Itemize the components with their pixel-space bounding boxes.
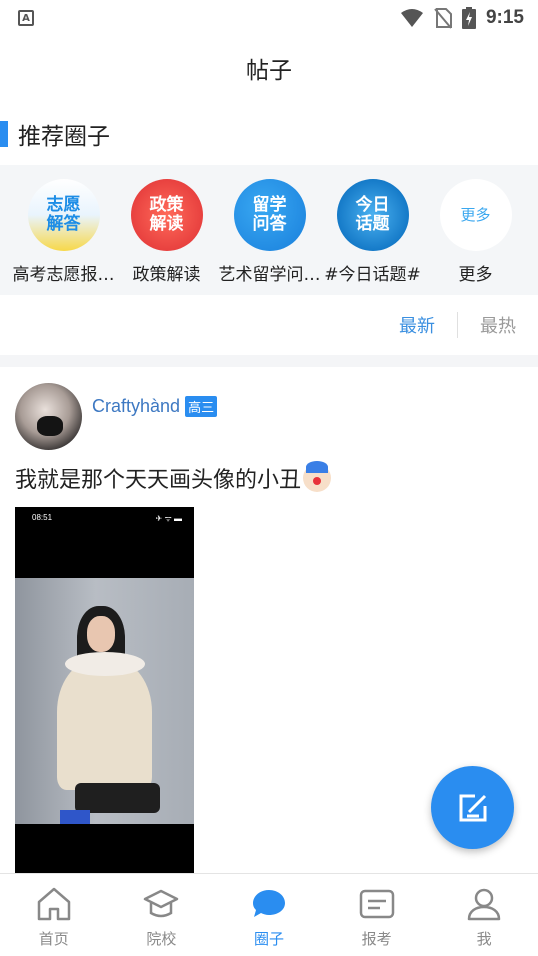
- circle-more-icon: 更多: [439, 179, 512, 251]
- image-status-time: 08:51: [32, 513, 53, 522]
- circle-item-volunteer[interactable]: 志愿 解答 高考志愿报…: [12, 165, 115, 295]
- image-status-icons: ✈ ᯤ ▬: [155, 514, 182, 523]
- circle-label: 高考志愿报…: [12, 265, 115, 285]
- nav-label: 首页: [38, 930, 69, 948]
- no-sim-icon: [434, 8, 452, 29]
- circle-label: 艺术留学问…: [218, 265, 321, 285]
- page-title: 帖子: [246, 58, 292, 84]
- nav-me[interactable]: 我: [430, 874, 538, 956]
- chat-bubble-icon: [249, 884, 289, 924]
- notification-a-icon: A: [18, 10, 34, 26]
- circle-label: 政策解读: [132, 265, 201, 285]
- recommended-header: 推荐圈子: [0, 114, 110, 154]
- grade-badge: 高三: [185, 396, 218, 417]
- user-icon: [464, 884, 504, 924]
- sort-hottest-tab[interactable]: 最热: [480, 312, 516, 338]
- circle-study-abroad-icon: 留学 问答: [233, 179, 306, 251]
- sort-divider: [457, 312, 458, 338]
- circle-item-study-abroad[interactable]: 留学 问答 艺术留学问…: [218, 165, 321, 295]
- application-icon: [357, 884, 397, 924]
- post-header: Craftyhànd 高三: [15, 383, 218, 450]
- home-icon: [34, 884, 74, 924]
- bottom-nav: 首页 院校 圈子 报考 我: [0, 873, 538, 956]
- nav-label: 报考: [361, 930, 392, 948]
- battery-charging-icon: [461, 7, 476, 29]
- nav-home[interactable]: 首页: [0, 874, 108, 956]
- circle-label: #今日话题#: [324, 265, 421, 285]
- nav-label: 圈子: [253, 930, 284, 948]
- recommended-circles: 志愿 解答 高考志愿报… 政策 解读 政策解读 留学 问答 艺术留学问… 今日 话题 #…: [0, 165, 538, 295]
- section-accent-bar: [0, 121, 8, 147]
- wifi-icon: [400, 9, 423, 27]
- avatar[interactable]: [15, 383, 82, 450]
- nav-label: 我: [476, 930, 492, 948]
- photo-content: [15, 578, 194, 824]
- post-content[interactable]: 我就是那个天天画头像的小丑: [15, 461, 332, 494]
- circle-volunteer-icon: 志愿 解答: [27, 179, 100, 251]
- circle-label: 更多: [458, 265, 493, 285]
- circle-item-more[interactable]: 更多 更多: [424, 165, 527, 295]
- nav-school[interactable]: 院校: [108, 874, 216, 956]
- status-time: 9:15: [485, 7, 524, 28]
- post-username[interactable]: Craftyhànd: [92, 396, 180, 417]
- section-divider: [0, 355, 538, 367]
- sort-bar: 最新 最热: [0, 295, 538, 355]
- edit-icon: [459, 794, 486, 821]
- sort-latest-tab[interactable]: 最新: [399, 312, 435, 338]
- section-title: 推荐圈子: [18, 124, 110, 150]
- circle-policy-icon: 政策 解读: [130, 179, 203, 251]
- nav-application[interactable]: 报考: [323, 874, 431, 956]
- school-icon: [141, 884, 181, 924]
- circle-item-policy[interactable]: 政策 解读 政策解读: [115, 165, 218, 295]
- circle-topic-icon: 今日 话题: [336, 179, 409, 251]
- nav-label: 院校: [146, 930, 177, 948]
- title-bar: 帖子: [0, 36, 538, 100]
- clown-emoji-icon: [303, 461, 332, 492]
- status-bar: A 9:15: [0, 0, 538, 36]
- post-text: 我就是那个天天画头像的小丑: [15, 468, 302, 493]
- post-image[interactable]: 08:51 ✈ ᯤ ▬: [15, 507, 194, 873]
- circle-item-topic[interactable]: 今日 话题 #今日话题#: [321, 165, 424, 295]
- nav-circle[interactable]: 圈子: [215, 874, 323, 956]
- compose-button[interactable]: [431, 766, 514, 849]
- image-status-bar: 08:51 ✈ ᯤ ▬: [32, 513, 182, 524]
